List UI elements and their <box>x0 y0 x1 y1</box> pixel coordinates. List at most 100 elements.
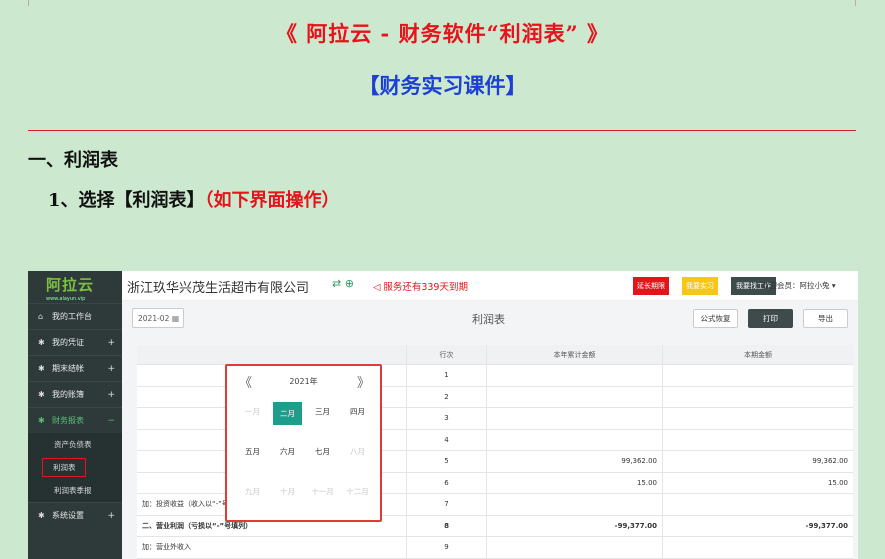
top-bar: 浙江玖华兴茂生活超市有限公司 ⇄ ⊕ ◁ 服务还有339天到期 延长期限 我要实… <box>122 271 858 301</box>
line-no-cell: 1 <box>407 365 487 386</box>
expand-icon: + <box>107 337 115 348</box>
month-option[interactable]: 五月 <box>235 444 270 484</box>
period-amount-cell <box>663 365 853 386</box>
page-title: 利润表 <box>472 313 505 326</box>
expand-icon: − <box>107 415 115 426</box>
sidebar-subitem-label: 利润表 <box>42 458 86 477</box>
period-amount-cell <box>663 537 853 558</box>
month-option[interactable]: 四月 <box>340 404 375 444</box>
sidebar-item[interactable]: ✱ 财务报表 − <box>28 407 122 433</box>
sidebar-item-label: 我的工作台 <box>52 312 92 321</box>
prev-year-icon[interactable]: 《 <box>239 372 252 391</box>
sidebar-item[interactable]: ✱ 我的账簿 + <box>28 381 122 407</box>
month-grid: 一月 二月 三月 四月 五月 六月 七月 八月 九月 十月 十一月 十二月 <box>235 402 375 524</box>
company-name: 浙江玖华兴茂生活超市有限公司 <box>127 281 310 296</box>
ytd-amount-cell <box>487 494 663 515</box>
sidebar-subitem[interactable]: 利润表季报 <box>28 479 122 502</box>
month-option: 一月 <box>235 404 270 444</box>
period-amount-cell <box>663 494 853 515</box>
column-header: 本年累计金额 <box>487 345 663 364</box>
ytd-amount-cell <box>487 429 663 450</box>
line-no-cell: 4 <box>407 429 487 450</box>
home-icon: ⌂ <box>38 312 44 321</box>
table-header-row: 行次 本年累计金额 本期金额 <box>137 345 853 365</box>
period-amount-cell <box>663 408 853 429</box>
month-option[interactable]: 六月 <box>270 444 305 484</box>
month-option[interactable]: 三月 <box>305 404 340 444</box>
month-option[interactable]: 二月 <box>270 402 305 444</box>
column-header: 本期金额 <box>744 350 772 359</box>
sidebar-item-label: 系统设置 <box>52 511 84 520</box>
month-label: 七月 <box>315 447 330 456</box>
main-panel: 2021-02 ▦ 利润表 公式恢复 打印 导出 行次 本年累计金额 本期金额 1 2 3… <box>122 301 858 559</box>
restore-formula-button[interactable]: 公式恢复 <box>693 309 738 328</box>
step-heading-text: 1、选择【利润表】 <box>48 190 205 211</box>
month-label: 四月 <box>350 407 365 416</box>
line-no-cell: 3 <box>407 408 487 429</box>
sidebar-subitem-label: 资产负债表 <box>54 440 92 449</box>
sidebar-item-label: 财务报表 <box>52 416 84 425</box>
ytd-amount-cell <box>487 365 663 386</box>
app-logo[interactable]: 阿拉云 www.alayun.vip <box>28 271 122 303</box>
period-amount-cell: -99,377.00 <box>805 521 848 530</box>
period-amount-cell: 99,362.00 <box>812 457 848 466</box>
table-row: 加：营业外收入 9 <box>137 537 853 559</box>
line-no-cell: 9 <box>407 537 487 558</box>
line-no-cell: 5 <box>407 451 487 472</box>
welcome-user[interactable]: 欢迎会员：阿拉小兔 ▾ <box>762 280 836 291</box>
service-status: ◁ 服务还有339天到期 <box>373 282 468 293</box>
switch-company-icon[interactable]: ⇄ ⊕ <box>332 277 354 290</box>
sidebar-subitem[interactable]: 利润表 <box>28 456 122 479</box>
ytd-amount-cell: 15.00 <box>487 472 663 493</box>
extend-button[interactable]: 延长期限 <box>633 277 669 295</box>
intern-button[interactable]: 我要实习 <box>682 277 718 295</box>
print-button[interactable]: 打印 <box>748 309 793 328</box>
month-option: 十一月 <box>305 484 340 524</box>
column-header: 行次 <box>407 345 487 364</box>
sidebar-item-label: 我的凭证 <box>52 338 84 347</box>
gear-icon: ✱ <box>38 416 45 425</box>
doc-title: 《 阿拉云 - 财务软件“利润表” 》 <box>275 21 610 46</box>
expand-icon: + <box>107 389 115 400</box>
corner-mark-left <box>28 0 29 6</box>
line-no-cell: 2 <box>407 386 487 407</box>
expand-icon: + <box>107 363 115 374</box>
divider <box>28 130 856 131</box>
month-label: 六月 <box>280 447 295 456</box>
expand-icon: + <box>107 510 115 521</box>
sidebar-subitem[interactable]: 资产负债表 <box>28 433 122 456</box>
date-value: 2021-02 <box>138 314 170 323</box>
next-year-icon[interactable]: 》 <box>357 372 370 391</box>
month-option[interactable]: 七月 <box>305 444 340 484</box>
sidebar-item[interactable]: ✱ 系统设置 + <box>28 502 122 528</box>
month-label: 一月 <box>245 407 260 416</box>
month-label: 三月 <box>315 407 330 416</box>
line-no-cell: 6 <box>407 472 487 493</box>
month-option: 十二月 <box>340 484 375 524</box>
sidebar-item[interactable]: ✱ 我的凭证 + <box>28 329 122 355</box>
month-label: 二月 <box>273 402 302 425</box>
period-amount-cell: 15.00 <box>827 478 848 487</box>
month-label: 十二月 <box>346 487 369 496</box>
gear-icon: ✱ <box>38 390 45 399</box>
corner-mark-right <box>855 0 856 6</box>
line-no-cell: 7 <box>407 494 487 515</box>
month-label: 八月 <box>350 447 365 456</box>
month-picker: 2021年 《 》 一月 二月 三月 四月 五月 六月 七月 八月 九月 十月 十一月 十二月 <box>225 364 382 522</box>
date-input[interactable]: 2021-02 ▦ <box>132 308 184 328</box>
month-label: 五月 <box>245 447 260 456</box>
sidebar-item[interactable]: ✱ 期末结帐 + <box>28 355 122 381</box>
ytd-amount-cell <box>487 408 663 429</box>
item-name-cell: 加：营业外收入 <box>137 537 407 558</box>
month-option: 十月 <box>270 484 305 524</box>
gear-icon: ✱ <box>38 338 45 347</box>
logo-text: 阿拉云 <box>46 276 95 294</box>
sidebar-item[interactable]: ⌂ 我的工作台 <box>28 303 122 329</box>
app-screenshot: 阿拉云 www.alayun.vip ⌂ 我的工作台 ✱ 我的凭证 + ✱ 期末结帐 + ✱ 我的… <box>28 271 858 559</box>
export-button[interactable]: 导出 <box>803 309 848 328</box>
ytd-amount-cell: -99,377.00 <box>487 515 663 536</box>
sidebar-item-label: 期末结帐 <box>52 364 84 373</box>
step-heading-note: （如下界面操作） <box>204 190 340 211</box>
calendar-icon: ▦ <box>171 314 180 323</box>
month-option: 八月 <box>340 444 375 484</box>
